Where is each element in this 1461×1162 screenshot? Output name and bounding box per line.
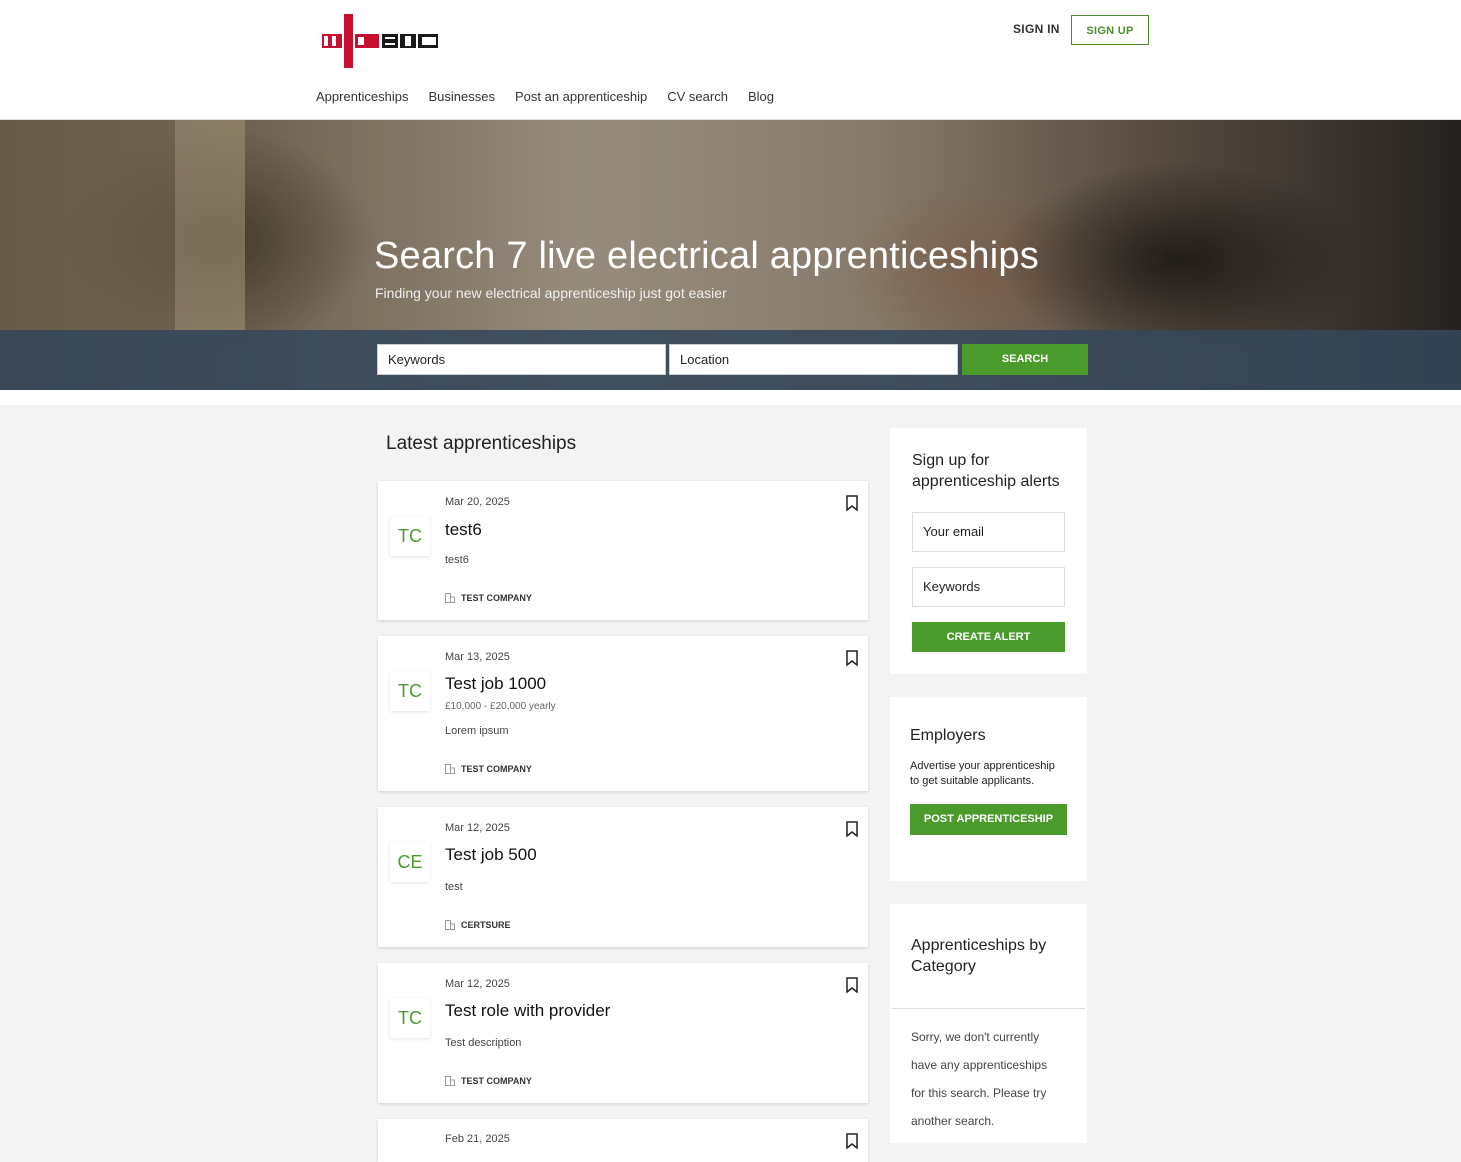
alerts-title-line1: Sign up for xyxy=(912,452,990,469)
job-card[interactable]: Feb 21, 2025 xyxy=(378,1119,868,1162)
company-name: TEST COMPANY xyxy=(461,593,532,603)
job-date: Mar 20, 2025 xyxy=(445,496,510,508)
alerts-title: Sign up for apprenticeship alerts xyxy=(912,450,1060,492)
nav-post-apprenticeship[interactable]: Post an apprenticeship xyxy=(515,89,647,104)
employers-panel: Employers Advertise your apprenticeship … xyxy=(890,697,1087,881)
niceic-logo[interactable] xyxy=(322,14,438,68)
nav-businesses[interactable]: Businesses xyxy=(429,89,495,104)
company-avatar: CE xyxy=(390,842,430,882)
empty-line2: have any apprenticeships xyxy=(911,1058,1048,1072)
category-title-line1: Apprenticeships by xyxy=(911,937,1047,954)
category-panel: Apprenticeships by Category Sorry, we do… xyxy=(890,904,1087,1143)
job-date: Feb 21, 2025 xyxy=(445,1133,510,1145)
company-avatar: TC xyxy=(390,516,430,556)
bookmark-icon[interactable] xyxy=(846,1133,858,1149)
site-header: SIGN IN SIGN UP Apprenticeships Business… xyxy=(0,0,1461,120)
job-company: TEST COMPANY xyxy=(445,1076,532,1086)
bookmark-icon[interactable] xyxy=(846,821,858,837)
job-date: Mar 12, 2025 xyxy=(445,978,510,990)
job-salary: £10,000 - £20,000 yearly xyxy=(445,701,556,712)
job-title[interactable]: test6 xyxy=(445,520,482,540)
hero-banner: Search 7 live electrical apprenticeships… xyxy=(0,120,1461,390)
category-empty-message: Sorry, we don't currently have any appre… xyxy=(911,1023,1047,1135)
search-button[interactable]: SEARCH xyxy=(962,344,1088,375)
main-nav: Apprenticeships Businesses Post an appre… xyxy=(316,89,774,104)
alerts-title-line2: apprenticeship alerts xyxy=(912,473,1060,490)
job-description: Test description xyxy=(445,1037,522,1049)
divider-strip xyxy=(0,390,1461,405)
job-date: Mar 13, 2025 xyxy=(445,651,510,663)
sign-in-link[interactable]: SIGN IN xyxy=(1013,22,1060,36)
job-date: Mar 12, 2025 xyxy=(445,822,510,834)
category-title: Apprenticeships by Category xyxy=(911,935,1046,977)
employers-text-line2: to get suitable applicants. xyxy=(910,775,1035,787)
category-title-line2: Category xyxy=(911,958,976,975)
nav-blog[interactable]: Blog xyxy=(748,89,774,104)
bookmark-icon[interactable] xyxy=(846,977,858,993)
latest-apprenticeships-title: Latest apprenticeships xyxy=(386,433,577,454)
job-card[interactable]: TC Mar 20, 2025 test6 test6 TEST COMPANY xyxy=(378,481,868,620)
job-company: TEST COMPANY xyxy=(445,593,532,603)
company-name: TEST COMPANY xyxy=(461,764,532,774)
create-alert-button[interactable]: CREATE ALERT xyxy=(912,622,1065,652)
nav-apprenticeships[interactable]: Apprenticeships xyxy=(316,89,409,104)
building-icon xyxy=(445,593,455,603)
employers-text: Advertise your apprenticeship to get sui… xyxy=(910,759,1055,789)
company-avatar: TC xyxy=(390,998,430,1038)
sign-up-button[interactable]: SIGN UP xyxy=(1071,15,1149,45)
employers-text-line1: Advertise your apprenticeship xyxy=(910,760,1055,772)
job-company: CERTSURE xyxy=(445,920,511,930)
bookmark-icon[interactable] xyxy=(846,650,858,666)
company-name: TEST COMPANY xyxy=(461,1076,532,1086)
hero-title: Search 7 live electrical apprenticeships xyxy=(374,235,1039,277)
location-input[interactable]: Location xyxy=(669,344,958,375)
alert-keywords-field[interactable]: Keywords xyxy=(912,567,1065,607)
category-divider xyxy=(892,1008,1085,1009)
post-apprenticeship-button[interactable]: POST APPRENTICESHIP xyxy=(910,804,1067,835)
job-description: test6 xyxy=(445,554,469,566)
keywords-input[interactable]: Keywords xyxy=(377,344,666,375)
job-card[interactable]: TC Mar 12, 2025 Test role with provider … xyxy=(378,963,868,1103)
company-name: CERTSURE xyxy=(461,920,511,930)
employers-title: Employers xyxy=(910,727,986,744)
job-card[interactable]: CE Mar 12, 2025 Test job 500 test CERTSU… xyxy=(378,807,868,947)
job-company: TEST COMPANY xyxy=(445,764,532,774)
building-icon xyxy=(445,1076,455,1086)
nav-cv-search[interactable]: CV search xyxy=(667,89,728,104)
job-description: test xyxy=(445,881,463,893)
empty-line3: for this search. Please try xyxy=(911,1086,1047,1100)
job-description: Lorem ipsum xyxy=(445,725,509,737)
building-icon xyxy=(445,920,455,930)
empty-line4: another search. xyxy=(911,1114,995,1128)
empty-line1: Sorry, we don't currently xyxy=(911,1030,1040,1044)
company-avatar: TC xyxy=(390,671,430,711)
email-field[interactable]: Your email xyxy=(912,512,1065,552)
job-title[interactable]: Test role with provider xyxy=(445,1001,610,1021)
hero-subtitle: Finding your new electrical apprenticesh… xyxy=(375,285,727,301)
job-card[interactable]: TC Mar 13, 2025 Test job 1000 £10,000 - … xyxy=(378,636,868,791)
job-title[interactable]: Test job 1000 xyxy=(445,674,546,694)
bookmark-icon[interactable] xyxy=(846,495,858,511)
alerts-panel: Sign up for apprenticeship alerts Your e… xyxy=(890,428,1087,674)
building-icon xyxy=(445,764,455,774)
job-title[interactable]: Test job 500 xyxy=(445,845,537,865)
